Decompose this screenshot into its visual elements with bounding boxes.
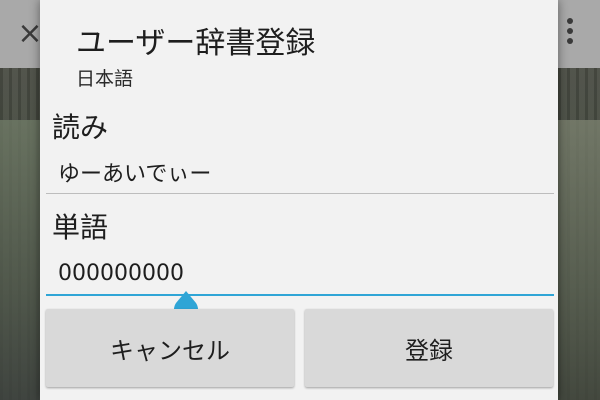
more-vert-icon[interactable]	[558, 18, 582, 52]
user-dictionary-dialog: ユーザー辞書登録 日本語 読み 単語 キャンセル 登録	[40, 0, 558, 400]
dialog-title: ユーザー辞書登録	[76, 26, 316, 61]
word-label: 単語	[52, 211, 109, 244]
reading-label: 読み	[52, 111, 109, 144]
register-button[interactable]: 登録	[305, 309, 553, 387]
screen: × ユーザー辞書登録 日本語 読み 単語 キャンセル 登録	[0, 0, 600, 400]
word-input[interactable]	[46, 252, 554, 296]
cancel-button[interactable]: キャンセル	[46, 309, 294, 387]
dialog-button-row: キャンセル 登録	[46, 309, 554, 389]
reading-input[interactable]	[46, 150, 554, 194]
background-artwork-right	[552, 120, 600, 400]
dialog-language: 日本語	[76, 68, 134, 90]
